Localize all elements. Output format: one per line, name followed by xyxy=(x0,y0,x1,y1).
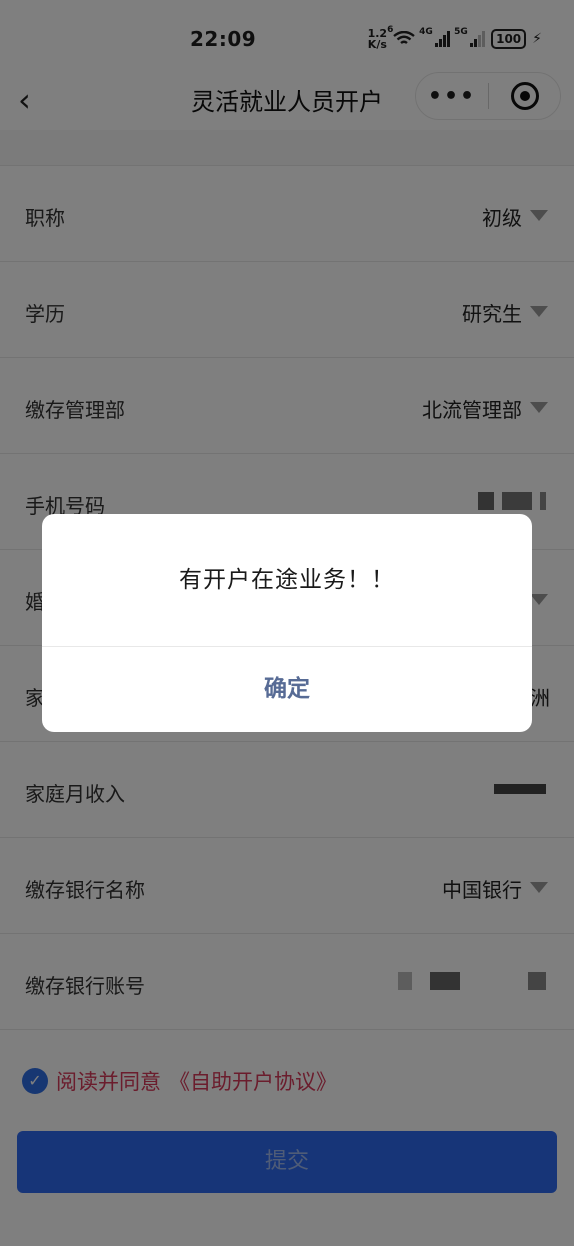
alert-dialog: 有开户在途业务！！ 确定 xyxy=(42,514,532,732)
dialog-message: 有开户在途业务！！ xyxy=(42,514,532,647)
confirm-button[interactable]: 确定 xyxy=(42,647,532,732)
